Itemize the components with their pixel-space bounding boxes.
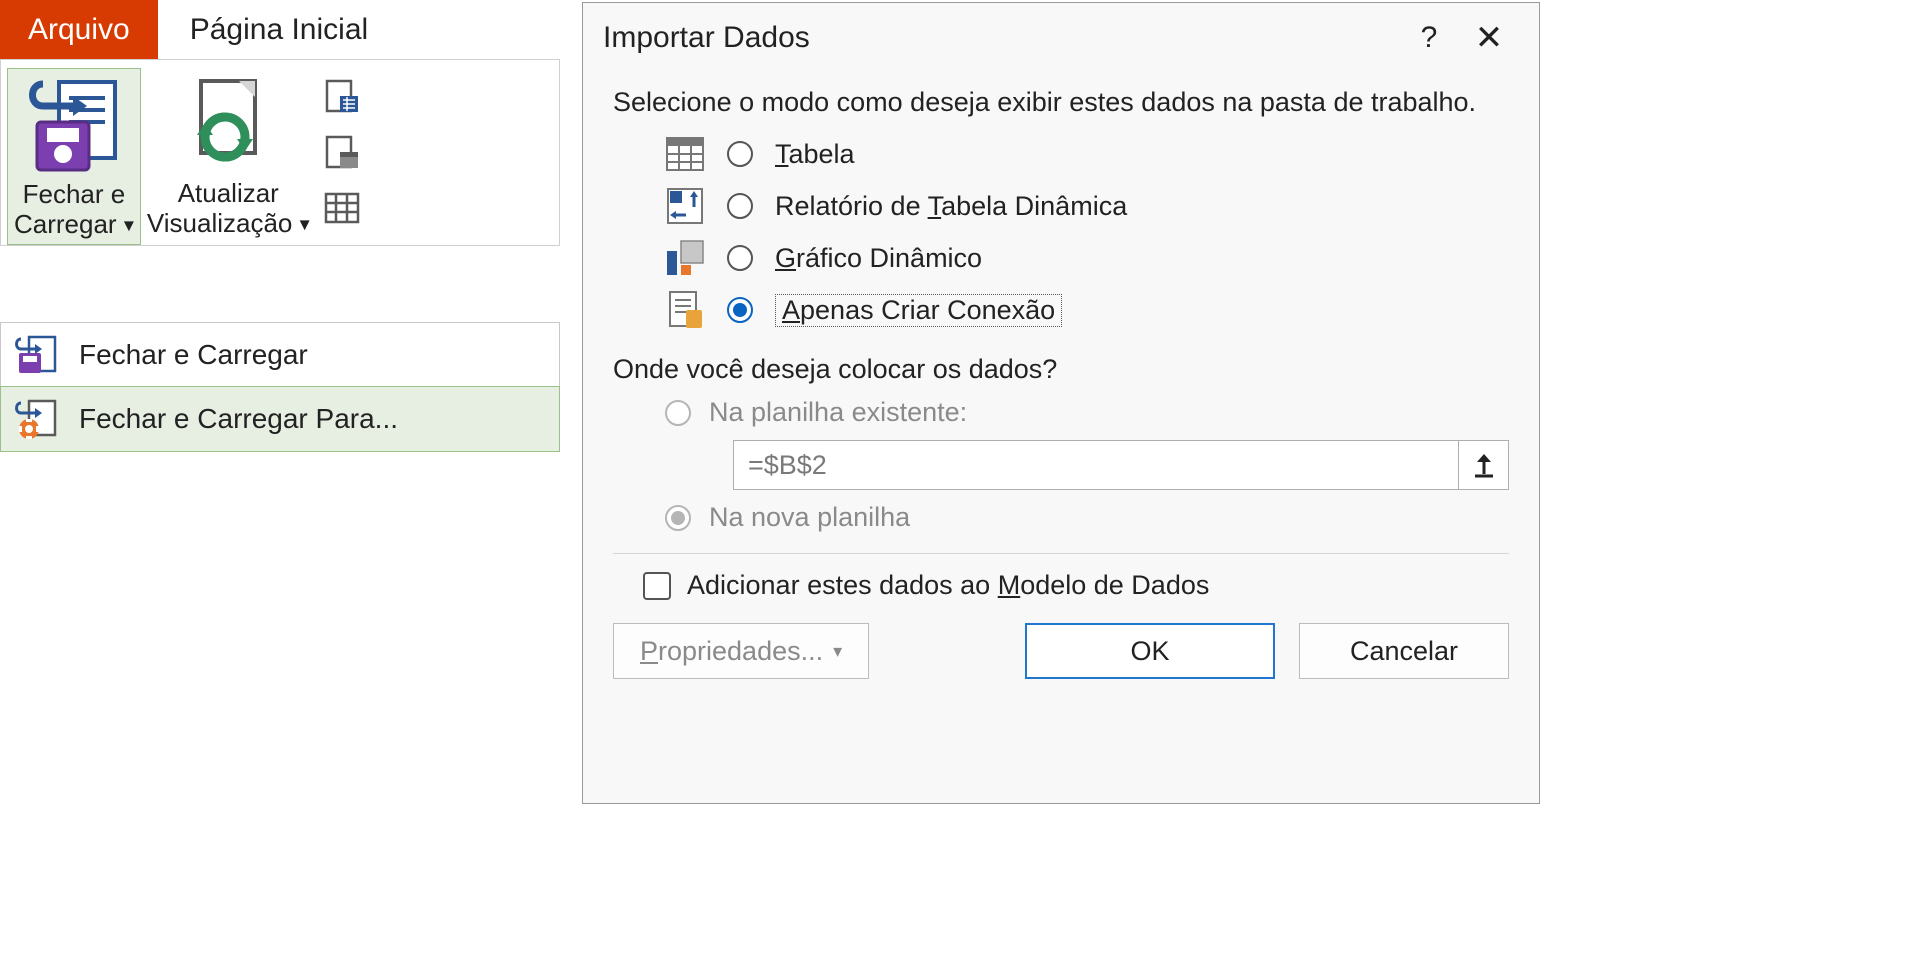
radio-existing-sheet — [665, 400, 691, 426]
option-row-table: Tabela — [613, 128, 1509, 180]
tab-home[interactable]: Página Inicial — [158, 0, 400, 59]
close-and-load-button[interactable]: Fechar e Carregar ▾ — [7, 68, 141, 245]
option-row-connection-only: Apenas Criar Conexão — [613, 284, 1509, 336]
radio-table[interactable] — [727, 141, 753, 167]
ribbon-tabs: Arquivo Página Inicial — [0, 0, 560, 60]
table-icon — [665, 134, 705, 174]
help-button[interactable]: ? — [1399, 20, 1459, 56]
cell-reference-input[interactable] — [733, 440, 1459, 490]
menu-item-close-and-load-to[interactable]: Fechar e Carregar Para... — [0, 386, 560, 452]
radio-connection-only[interactable] — [727, 297, 753, 323]
option-label-pivot-table: Relatório de Tabela Dinâmica — [775, 191, 1127, 222]
label-add-to-data-model: Adicionar estes dados ao Modelo de Dados — [687, 570, 1209, 601]
option-row-pivot-chart: Gráfico Dinâmico — [613, 232, 1509, 284]
tab-file[interactable]: Arquivo — [0, 0, 158, 59]
pivot-chart-icon — [665, 238, 705, 278]
option-row-pivot-table: Relatório de Tabela Dinâmica — [613, 180, 1509, 232]
collapse-dialog-icon — [1471, 452, 1497, 478]
advanced-editor-small-button[interactable] — [324, 134, 360, 170]
view-mode-prompt: Selecione o modo como deseja exibir este… — [613, 87, 1509, 118]
placement-prompt: Onde você deseja colocar os dados? — [613, 354, 1509, 385]
checkbox-add-to-data-model[interactable] — [643, 572, 671, 600]
label-existing-sheet: Na planilha existente: — [709, 397, 967, 428]
import-data-dialog: Importar Dados ? ✕ Selecione o modo como… — [582, 2, 1540, 804]
properties-small-button[interactable] — [324, 78, 360, 114]
ok-button[interactable]: OK — [1025, 623, 1275, 679]
placement-row-new: Na nova planilha — [613, 496, 1509, 539]
refresh-preview-button[interactable]: Atualizar Visualização ▾ — [141, 68, 316, 245]
dropdown-caret-icon: ▾ — [124, 215, 134, 237]
properties-button[interactable]: Propriedades... ▾ — [613, 623, 869, 679]
dialog-title: Importar Dados — [603, 21, 1399, 55]
connection-only-icon — [665, 290, 705, 330]
manage-small-button[interactable] — [324, 190, 360, 226]
cancel-button[interactable]: Cancelar — [1299, 623, 1509, 679]
cell-reference-row — [733, 440, 1509, 490]
dialog-titlebar: Importar Dados ? ✕ — [583, 3, 1539, 73]
menu-item-label: Fechar e Carregar — [79, 339, 308, 371]
close-and-load-dropdown: Fechar e Carregar Fechar e Carregar Para… — [0, 322, 560, 452]
option-label-connection-only: Apenas Criar Conexão — [775, 294, 1062, 327]
menu-item-label: Fechar e Carregar Para... — [79, 403, 398, 435]
radio-new-sheet — [665, 505, 691, 531]
placement-row-existing: Na planilha existente: — [613, 391, 1509, 434]
option-label-table: Tabela — [775, 139, 855, 170]
ribbon-small-buttons — [316, 68, 364, 245]
close-and-load-label: Fechar e Carregar ▾ — [14, 180, 134, 240]
close-and-load-to-small-icon — [15, 397, 59, 441]
refresh-preview-label: Atualizar Visualização ▾ — [147, 179, 310, 239]
data-model-row: Adicionar estes dados ao Modelo de Dados — [613, 568, 1509, 601]
option-label-pivot-chart: Gráfico Dinâmico — [775, 243, 982, 274]
dropdown-caret-icon: ▾ — [300, 214, 310, 236]
refresh-preview-icon — [178, 72, 278, 177]
label-new-sheet: Na nova planilha — [709, 502, 910, 533]
cell-reference-picker-button[interactable] — [1459, 440, 1509, 490]
close-and-load-icon — [24, 73, 124, 178]
radio-pivot-table[interactable] — [727, 193, 753, 219]
dialog-footer: Propriedades... ▾ OK Cancelar — [583, 601, 1539, 703]
ribbon: Arquivo Página Inicial Fechar e — [0, 0, 560, 246]
close-button[interactable]: ✕ — [1459, 17, 1519, 59]
dropdown-caret-icon: ▾ — [833, 641, 842, 662]
ribbon-body: Fechar e Carregar ▾ — [0, 60, 560, 246]
close-and-load-small-icon — [15, 333, 59, 377]
dialog-content: Selecione o modo como deseja exibir este… — [583, 73, 1539, 601]
radio-pivot-chart[interactable] — [727, 245, 753, 271]
pivot-table-icon — [665, 186, 705, 226]
divider — [613, 553, 1509, 554]
menu-item-close-and-load[interactable]: Fechar e Carregar — [1, 323, 559, 387]
